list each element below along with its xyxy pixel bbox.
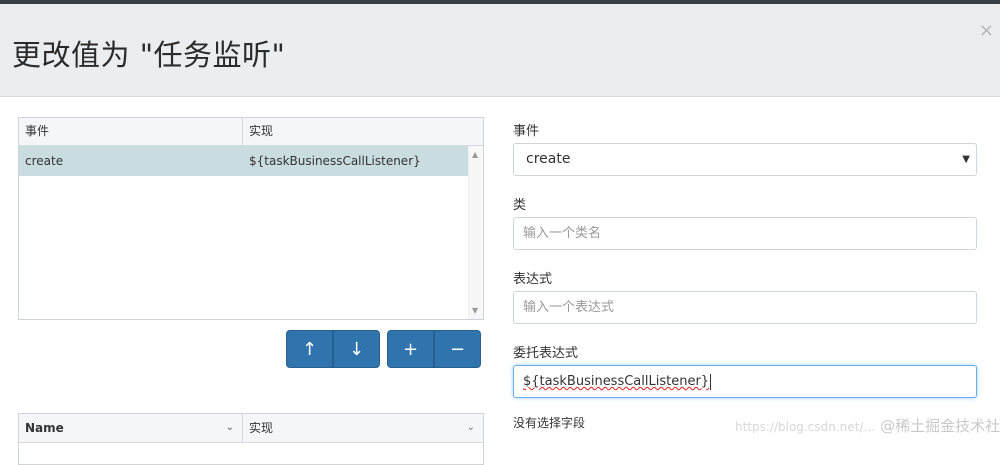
watermark-url: https://blog.csdn.net/… (735, 420, 876, 434)
expression-label: 表达式 (513, 272, 553, 287)
listener-grid: 事件 实现 create ${taskBusinessCallListener}… (18, 117, 484, 320)
event-label: 事件 (513, 124, 540, 139)
add-button[interactable]: + (387, 330, 434, 368)
expression-input[interactable]: 输入一个表达式 (513, 291, 977, 324)
vertical-scrollbar[interactable]: ▲ ▼ (468, 146, 483, 319)
fields-grid: Name ⌄ 实现 ⌄ (18, 413, 484, 465)
add-remove-button-group: + − (387, 330, 481, 368)
close-icon[interactable]: × (979, 20, 994, 41)
class-input[interactable]: 输入一个类名 (513, 217, 977, 250)
minus-icon: − (449, 338, 466, 360)
cell-event: create (25, 154, 64, 168)
watermark-brand: @稀土掘金技术社区 (880, 417, 1000, 435)
no-field-selected-text: 没有选择字段 (513, 416, 586, 430)
caret-down-icon: ▼ (962, 154, 970, 165)
arrow-down-icon: ↓ (348, 338, 365, 360)
delegate-expression-value: ${taskBusinessCallListener} (523, 374, 710, 389)
delegate-expression-label: 委托表达式 (513, 346, 579, 361)
watermark: https://blog.csdn.net/… @稀土掘金技术社区 (735, 415, 1000, 436)
remove-button[interactable]: − (434, 330, 481, 368)
listener-grid-header: 事件 实现 (19, 118, 483, 146)
move-up-button[interactable]: ↑ (286, 330, 333, 368)
text-cursor (710, 373, 712, 390)
column-header-name[interactable]: Name ⌄ (19, 414, 243, 442)
cell-implementation: ${taskBusinessCallListener} (249, 154, 421, 168)
event-select-value: create (526, 151, 571, 167)
move-button-group: ↑ ↓ (286, 330, 380, 368)
dialog-header: 更改值为 "任务监听" × (0, 4, 1000, 97)
scroll-up-icon[interactable]: ▲ (472, 150, 478, 159)
event-select[interactable]: create ▼ (513, 143, 977, 176)
dialog-title: 更改值为 "任务监听" (12, 38, 286, 72)
column-header-implementation[interactable]: 实现 (243, 118, 483, 145)
plus-icon: + (402, 338, 419, 360)
chevron-down-icon[interactable]: ⌄ (467, 414, 475, 442)
column-header-field-implementation[interactable]: 实现 ⌄ (243, 414, 483, 442)
table-row[interactable]: create ${taskBusinessCallListener} (19, 146, 468, 176)
delegate-expression-input[interactable]: ${taskBusinessCallListener} (513, 365, 977, 398)
arrow-up-icon: ↑ (301, 338, 318, 360)
column-header-event[interactable]: 事件 (19, 118, 243, 145)
chevron-down-icon[interactable]: ⌄ (226, 414, 234, 442)
move-down-button[interactable]: ↓ (333, 330, 380, 368)
fields-grid-header: Name ⌄ 实现 ⌄ (19, 414, 483, 443)
scroll-down-icon[interactable]: ▼ (472, 306, 478, 315)
class-label: 类 (513, 198, 527, 213)
